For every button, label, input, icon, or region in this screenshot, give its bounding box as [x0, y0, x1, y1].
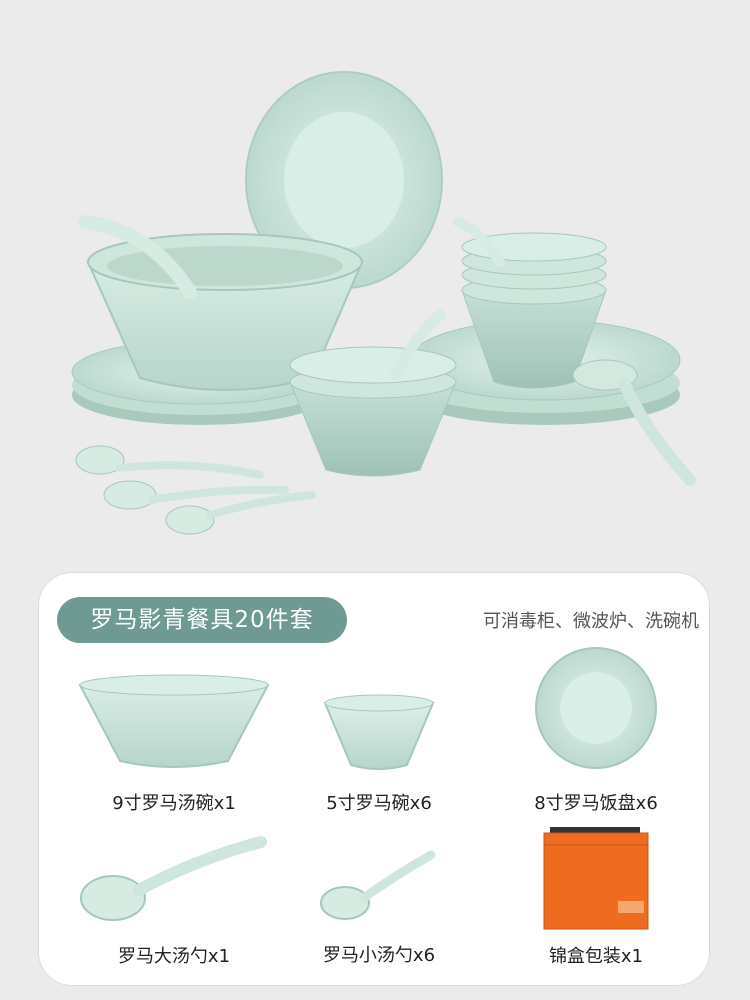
item-label: 9寸罗马汤碗x1: [112, 793, 236, 814]
front-spoons: [75, 445, 316, 535]
large-spoon-icon: [80, 836, 267, 921]
item-label: 5寸罗马碗x6: [326, 793, 432, 814]
item-label: 罗马大汤勺x1: [117, 946, 231, 967]
soup-bowl-icon: [78, 674, 270, 768]
item-soup-bowl: 9寸罗马汤碗x1: [69, 673, 279, 814]
tableware-set-illustration: [71, 71, 696, 535]
item-small-spoon: 罗马小汤勺x6: [274, 843, 484, 968]
item-label: 罗马小汤勺x6: [322, 945, 436, 966]
features-text: 可消毒柜、微波炉、洗碗机: [483, 611, 699, 632]
small-spoon-icon: [320, 850, 436, 920]
bowl-icon: [323, 694, 435, 770]
product-title-badge: 罗马影青餐具20件套: [57, 597, 347, 643]
plate-icon: [535, 647, 657, 769]
item-plate: 8寸罗马饭盘x6: [491, 643, 701, 814]
item-label: 锦盒包装x1: [548, 946, 644, 967]
item-large-spoon: 罗马大汤勺x1: [69, 828, 279, 968]
gift-box-icon: [543, 827, 649, 930]
item-gift-box: 锦盒包装x1: [491, 823, 701, 968]
item-label: 8寸罗马饭盘x6: [534, 793, 658, 814]
item-bowl: 5寸罗马碗x6: [274, 673, 484, 814]
hero-product-image: [0, 0, 750, 560]
product-contents-card: 罗马影青餐具20件套 可消毒柜、微波炉、洗碗机 9寸罗马汤碗x1 5寸罗马碗x6…: [38, 572, 710, 986]
